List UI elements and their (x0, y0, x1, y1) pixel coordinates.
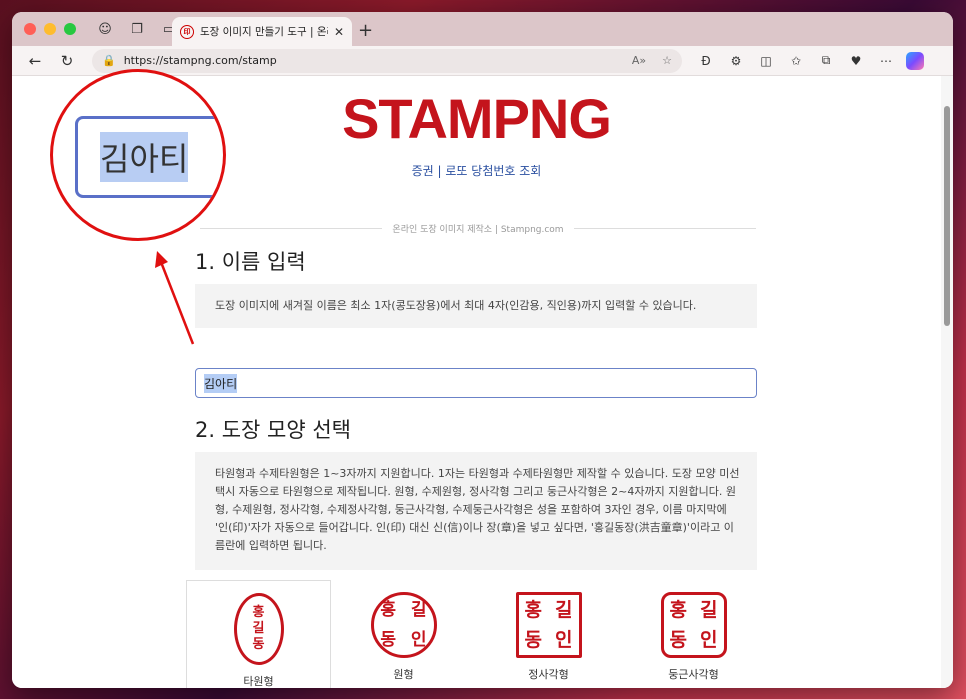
tab-active[interactable]: 印 도장 이미지 만들기 도구 | 온라인 도 ✕ (172, 17, 352, 46)
maximize-window-button[interactable] (64, 23, 76, 35)
zoomed-input-text: 김아티 (100, 132, 189, 182)
extension-puzzle-icon[interactable]: ⚙ (726, 54, 746, 68)
section1-description: 도장 이미지에 새겨질 이름은 최소 1자(콩도장용)에서 최대 4자(인감용,… (195, 284, 757, 328)
collections-icon[interactable]: ⧉ (816, 53, 836, 68)
lock-icon[interactable]: 🔒 (102, 54, 116, 67)
name-input-value[interactable]: 김아티 (204, 373, 238, 393)
oval-stamp-preview: 홍 길 동 (233, 593, 284, 665)
favorite-star-icon[interactable]: ☆ (662, 54, 672, 67)
copilot-icon[interactable] (906, 51, 924, 70)
reload-icon[interactable]: ↻ (54, 49, 80, 73)
shape-option-circle[interactable]: 홍 길 동 인 원형 (331, 580, 476, 688)
toolbar-extensions: Ð ⚙ ◫ ✩ ⧉ ♥ ⋯ (696, 51, 924, 70)
stamp-favicon-icon: 印 (180, 24, 194, 39)
section2-description: 타원형과 수제타원형은 1~3자까지 지원합니다. 1자는 타원형과 수제타원형… (195, 452, 757, 570)
performance-icon[interactable]: ♥ (846, 54, 866, 68)
favorites-icon[interactable]: ✩ (786, 54, 806, 68)
shape-option-square[interactable]: 홍 길 동 인 정사각형 (476, 580, 621, 688)
shape-label-rounded-square: 둥근사각형 (668, 668, 719, 681)
new-tab-plus-icon[interactable]: + (358, 20, 373, 41)
workspaces-icon[interactable]: ❐ (124, 18, 150, 40)
shape-label-square: 정사각형 (528, 668, 569, 681)
section1-title: 1. 이름 입력 (195, 250, 306, 274)
shape-label-circle: 원형 (393, 668, 414, 681)
read-aloud-icon[interactable]: A» (632, 54, 646, 67)
more-menu-icon[interactable]: ⋯ (876, 54, 896, 68)
circle-stamp-preview: 홍 길 동 인 (370, 592, 437, 658)
window-controls (24, 23, 76, 35)
stamp-shape-options: 홍 길 동 타원형 홍 길 동 인 원형 홍 길 동 인 정사각형 홍 길 동 … (186, 580, 766, 688)
address-bar[interactable]: 🔒 https://stampng.com/stamp A» ☆ (92, 48, 682, 73)
tab-bar: ☺ ❐ ▭ 印 도장 이미지 만들기 도구 | 온라인 도 ✕ + (12, 12, 953, 46)
shape-label-oval: 타원형 (243, 675, 274, 688)
shape-option-rounded-square[interactable]: 홍 길 동 인 둥근사각형 (621, 580, 766, 688)
rounded-square-stamp-preview: 홍 길 동 인 (660, 592, 727, 658)
section2-title: 2. 도장 모양 선택 (195, 418, 351, 442)
minimize-window-button[interactable] (44, 23, 56, 35)
scrollbar-thumb[interactable] (944, 106, 950, 326)
close-window-button[interactable] (24, 23, 36, 35)
back-arrow-icon[interactable]: ← (22, 49, 48, 73)
zoomed-input-box: 김아티 (75, 116, 223, 198)
url-text[interactable]: https://stampng.com/stamp (124, 54, 616, 67)
extension-d-icon[interactable]: Ð (696, 54, 716, 68)
tab-title: 도장 이미지 만들기 도구 | 온라인 도 (200, 26, 328, 38)
zoom-callout-circle: 김아티 (50, 69, 226, 241)
divider-text: 온라인 도장 이미지 제작소 | Stampng.com (392, 225, 564, 235)
split-screen-icon[interactable]: ◫ (756, 54, 776, 68)
section-divider: 온라인 도장 이미지 제작소 | Stampng.com (200, 222, 756, 235)
shape-option-oval[interactable]: 홍 길 동 타원형 (186, 580, 331, 688)
name-input[interactable]: 김아티 (195, 368, 757, 398)
tab-close-icon[interactable]: ✕ (334, 25, 344, 39)
profile-avatar-icon[interactable]: ☺ (92, 18, 118, 40)
scrollbar-track[interactable] (941, 76, 953, 688)
square-stamp-preview: 홍 길 동 인 (515, 592, 582, 658)
